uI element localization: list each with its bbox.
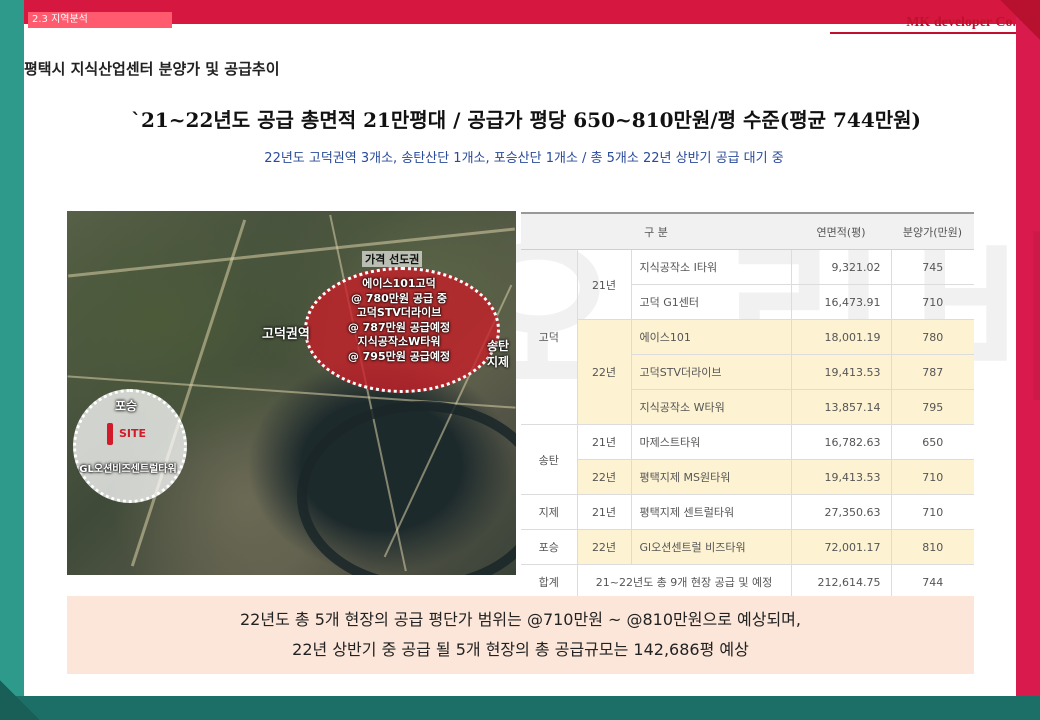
frame-left [0,0,24,720]
songtan-label: 송탄 [487,339,510,353]
site-label: SITE [119,427,147,440]
area-cell: 9,321.02 [791,249,892,285]
price-cell: 787 [891,354,974,390]
headline: `21~22년도 공급 총면적 21만평대 / 공급가 평당 650~810만원… [130,108,922,132]
table-row: 고덕 21년 지식공작소 I타워 9,321.02 745 [521,249,974,425]
price-cell: 710 [891,494,974,530]
table-row: 포승 22년 Gl오션센트럴 비즈타워 72,001.17 810 [521,529,974,565]
price-cell: 795 [891,389,974,425]
project-name-cell: 고덕 G1센터 [631,284,792,320]
summary-line: 22년 상반기 중 공급 될 5개 현장의 총 공급규모는 142,686평 예… [292,640,749,659]
summary-line: 22년도 총 5개 현장의 공급 평단가 범위는 @710만원 ~ @810만원… [240,610,801,629]
table-row: 송탄 21년 마제스트타워 16,782.63 650 [521,424,974,495]
area-cell: 18,001.19 [791,319,892,355]
table-total-row: 합계 21~22년도 총 9개 현장 공급 및 예정 212,614.75 74… [521,564,974,601]
table-header-row: 구 분 연면적(평) 분양가(만원) [521,212,974,250]
price-cell: 710 [891,284,974,320]
summary-box: 22년도 총 5개 현장의 공급 평단가 범위는 @710만원 ~ @810만원… [67,596,974,674]
region-cell: 지제 [521,494,578,530]
table-row: 지제 21년 평택지제 센트럴타워 27,350.63 710 [521,494,974,530]
total-desc-cell: 21~22년도 총 9개 현장 공급 및 예정 [577,564,792,601]
year-cell: 22년 [577,319,632,425]
project-name-cell: 평택지제 센트럴타워 [631,494,792,530]
year-cell: 21년 [577,494,632,530]
frame-bottom [0,696,1040,720]
price-cell: 650 [891,424,974,460]
price-cell: 745 [891,249,974,285]
project-name-cell: 평택지제 MS원타워 [631,459,792,495]
site-marker-icon [107,423,113,445]
region-cell: 송탄 [521,424,578,495]
godeok-project-line: @ 787만원 공급예정 [347,320,451,334]
price-cell: 780 [891,319,974,355]
table-header-cell: 구 분 [521,212,791,250]
table-row: 22년 평택지제 MS원타워 19,413.53 710 [521,459,974,495]
project-name-cell: Gl오션센트럴 비즈타워 [631,529,792,565]
price-cell: 810 [891,529,974,565]
year-cell: 22년 [577,459,632,495]
area-cell: 16,782.63 [791,424,892,460]
project-name-cell: 지식공작소 I타워 [631,249,792,285]
project-name-cell: 마제스트타워 [631,424,792,460]
total-area-cell: 212,614.75 [791,564,892,601]
jije-label: 지제 [487,355,510,369]
godeok-project-line: 고덕STV더라이브 [356,306,442,319]
area-cell: 13,857.14 [791,389,892,425]
year-cell: 21년 [577,424,632,460]
total-price-cell: 744 [891,564,974,601]
section-tag: 2.3 지역분석 [28,12,172,28]
godeok-project-line: @ 780만원 공급 중 [350,291,448,305]
project-name-cell: 지식공작소 W타워 [631,389,792,425]
map-river [297,401,516,575]
godeok-project-line: @ 795만원 공급예정 [347,349,451,363]
godeok-project-line: 에이스101고덕 [362,277,436,290]
slide: 2.3 지역분석 MK developer Co. 오시오 리비즈 평택시 지식… [24,12,1040,696]
area-cell: 16,473.91 [791,284,892,320]
year-cell: 22년 [577,529,632,565]
area-cell: 27,350.63 [791,494,892,530]
poseung-label: 포승 [115,399,138,413]
price-leader-label: 가격 선도권 [362,251,423,267]
table-header-cell: 연면적(평) [791,212,891,250]
project-name-cell: 고덕STV더라이브 [631,354,792,390]
supply-table: 구 분 연면적(평) 분양가(만원) 고덕 21년 지식공작소 I타워 9,32… [521,212,974,601]
region-cell: 고덕 [521,249,578,425]
page-title: 평택시 지식산업센터 분양가 및 공급추이 [24,60,280,78]
map-road [68,227,515,278]
godeok-projects: 에이스101고덕 @ 780만원 공급 중 고덕STV더라이브 @ 787만원 … [319,277,479,364]
total-label-cell: 합계 [521,564,578,601]
brand-logo: MK developer Co. [830,14,1016,34]
table-row: 22년 에이스101 18,001.19 780 [521,319,974,425]
satellite-map: 가격 선도권 에이스101고덕 @ 780만원 공급 중 고덕STV더라이브 @… [67,211,516,575]
price-cell: 710 [891,459,974,495]
project-name-cell: 에이스101 [631,319,792,355]
region-cell: 포승 [521,529,578,565]
area-cell: 72,001.17 [791,529,892,565]
godeok-area-label: 고덕권역 [262,327,310,342]
year-cell: 21년 [577,249,632,320]
subheadline: 22년도 고덕권역 3개소, 송탄산단 1개소, 포승산단 1개소 / 총 5개… [264,151,784,166]
godeok-project-line: 지식공작소W타워 [357,335,441,348]
site-name-label: GL오션비즈센트럴타워 [79,464,177,475]
table-header-cell: 분양가(만원) [891,212,974,250]
area-cell: 19,413.53 [791,459,892,495]
area-cell: 19,413.53 [791,354,892,390]
